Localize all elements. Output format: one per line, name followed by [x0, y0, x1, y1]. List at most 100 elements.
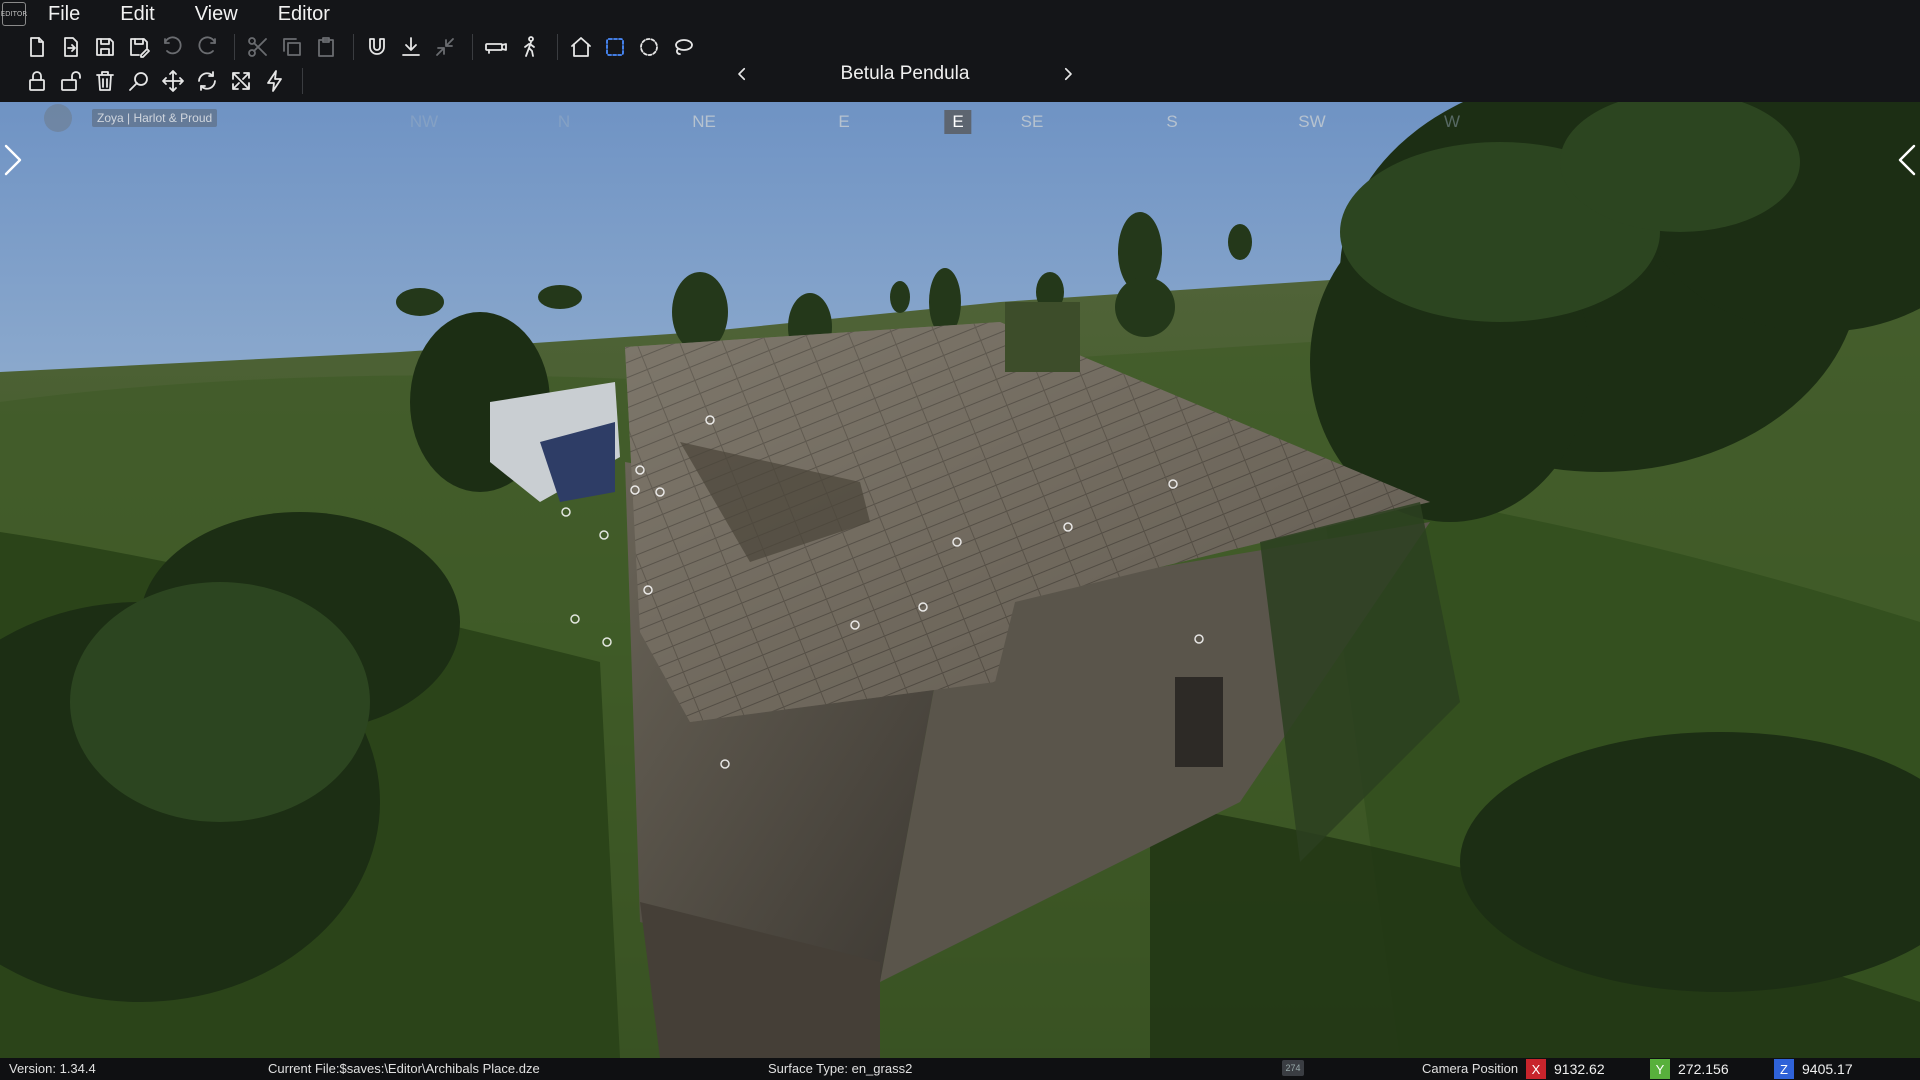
zoom-button[interactable] [124, 66, 154, 96]
toolbar-row-edit [22, 66, 311, 96]
circle-select-button[interactable] [634, 32, 664, 62]
right-panel-toggle[interactable] [1894, 140, 1920, 180]
unlock-button[interactable] [56, 66, 86, 96]
ground-snap-button[interactable] [396, 32, 426, 62]
compass-label-n: N [557, 112, 571, 131]
toolbar-row-main [22, 32, 702, 62]
delete-button[interactable] [90, 66, 120, 96]
menu-bar: EDITOR File Edit View Editor [0, 0, 1920, 28]
undo-button[interactable] [158, 32, 188, 62]
compass-label-s: S [1166, 112, 1178, 131]
menu-file[interactable]: File [28, 0, 100, 28]
compass-label-w: W [1443, 112, 1461, 131]
chevron-right-icon [4, 144, 22, 176]
save-as-icon [130, 38, 150, 58]
open-file-icon [64, 37, 78, 57]
lasso-select-button[interactable] [668, 32, 698, 62]
next-brush-button[interactable] [1056, 62, 1080, 86]
chevron-right-icon [1064, 67, 1072, 81]
paste-icon [318, 37, 334, 57]
menu-editor[interactable]: Editor [258, 0, 350, 28]
paste-button[interactable] [311, 32, 341, 62]
editor-logo-icon: EDITOR [1, 2, 27, 26]
toolbar-separator [302, 68, 303, 94]
surface-type-label: Surface Type: en_grass2 [768, 1061, 913, 1076]
menu-view[interactable]: View [175, 0, 258, 28]
scale-icon [232, 72, 250, 90]
cut-button[interactable] [243, 32, 273, 62]
magnet-icon [369, 38, 385, 55]
save-icon [96, 38, 114, 56]
toolbar-separator [234, 34, 235, 60]
redo-icon [198, 36, 216, 55]
user-label: Zoya | Harlot & Proud [92, 109, 218, 127]
trash-icon [96, 71, 114, 91]
collapse-icon [436, 38, 454, 56]
3d-viewport[interactable] [0, 102, 1920, 1058]
toolbar: Betula Pendula [0, 28, 1920, 103]
compass-label-se: SE [1020, 112, 1044, 131]
undo-icon [164, 36, 182, 55]
y-axis-badge: Y [1650, 1059, 1670, 1079]
zoom-icon [129, 72, 148, 91]
camera-position-label: Camera Position [1422, 1061, 1519, 1076]
copy-button[interactable] [277, 32, 307, 62]
scene-render [0, 102, 1920, 1058]
z-value: 9405.17 [1802, 1061, 1853, 1077]
ground-snap-icon [402, 37, 420, 56]
magnet-button[interactable] [362, 32, 392, 62]
save-button[interactable] [90, 32, 120, 62]
compass-label-nw: NW [409, 112, 439, 131]
toolbar-separator [557, 34, 558, 60]
chevron-left-icon [1898, 144, 1916, 176]
copy-icon [283, 38, 301, 56]
new-file-icon [30, 37, 44, 57]
circle-select-icon [640, 38, 658, 56]
user-chip[interactable]: Zoya | Harlot & Proud [44, 104, 218, 132]
lock-icon [29, 71, 45, 91]
compass-heading-indicator: E [944, 110, 972, 134]
app-logo: EDITOR [0, 0, 28, 28]
lightning-button[interactable] [260, 66, 290, 96]
toolbar-separator [353, 34, 354, 60]
box-select-icon [606, 38, 624, 56]
menu-edit[interactable]: Edit [100, 0, 174, 28]
open-file-button[interactable] [56, 32, 86, 62]
toolbar-separator [472, 34, 473, 60]
rotate-button[interactable] [192, 66, 222, 96]
lock-button[interactable] [22, 66, 52, 96]
left-panel-toggle[interactable] [0, 140, 26, 180]
compass-label-ne: NE [692, 112, 716, 131]
y-value: 272.156 [1678, 1061, 1729, 1077]
lightning-icon [267, 70, 282, 92]
new-file-button[interactable] [22, 32, 52, 62]
move-button[interactable] [158, 66, 188, 96]
z-axis-badge: Z [1774, 1059, 1794, 1079]
current-file-label: Current File:$saves:\Editor\Archibals Pl… [268, 1061, 540, 1076]
compass-label-sw: SW [1298, 112, 1326, 131]
rotate-icon [198, 71, 216, 91]
box-select-button[interactable] [600, 32, 630, 62]
camera-tool-button[interactable] [481, 32, 511, 62]
move-icon [162, 70, 184, 92]
previous-brush-button[interactable] [730, 62, 754, 86]
collapse-button[interactable] [430, 32, 460, 62]
save-as-button[interactable] [124, 32, 154, 62]
redo-button[interactable] [192, 32, 222, 62]
walk-button[interactable] [515, 32, 545, 62]
chevron-left-icon [738, 67, 746, 81]
x-axis-badge: X [1526, 1059, 1546, 1079]
unlock-icon [61, 71, 81, 91]
camera-y-coordinate: Y 272.156 [1650, 1059, 1729, 1079]
walk-icon [524, 36, 535, 57]
x-value: 9132.62 [1554, 1061, 1605, 1077]
camera-x-coordinate: X 9132.62 [1526, 1059, 1605, 1079]
status-bar: Version: 1.34.4 Current File:$saves:\Edi… [0, 1058, 1920, 1080]
lasso-select-icon [675, 39, 693, 55]
camera-tool-icon [485, 43, 507, 54]
brush-name: Betula Pendula [840, 63, 970, 84]
status-indicator-icon: 274 [1282, 1060, 1304, 1076]
scale-button[interactable] [226, 66, 256, 96]
version-label: Version: 1.34.4 [9, 1061, 96, 1076]
home-button[interactable] [566, 32, 596, 62]
